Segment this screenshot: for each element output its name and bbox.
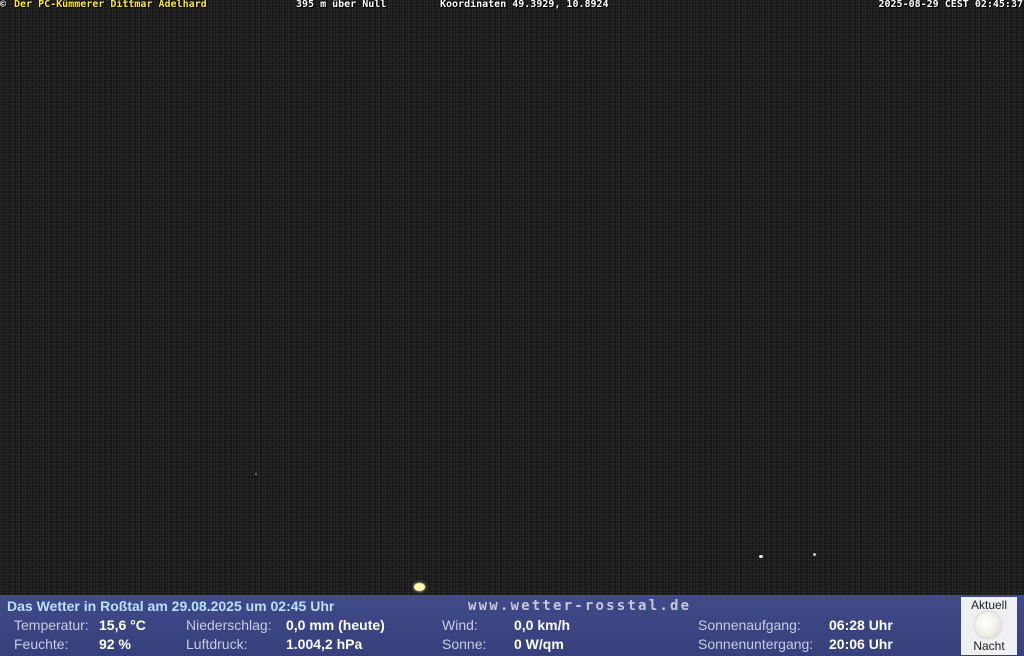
precipitation-value-cell: 0,0 mm (heute) — [286, 617, 385, 633]
sun-row: Sonne: — [442, 636, 486, 652]
webcam-image: © Der PC-Kümmerer Dittmar Adelhard 395 m… — [0, 0, 1024, 656]
website-link[interactable]: www.wetter-rosstal.de — [468, 598, 691, 614]
moon-phase-panel: Aktuell Nacht — [961, 597, 1017, 655]
wind-value: 0,0 km/h — [514, 617, 571, 633]
street-light — [414, 583, 425, 591]
temperature-value: 15,6 °C — [99, 617, 146, 633]
sun-value-cell: 0 W/qm — [514, 636, 564, 652]
weather-panel: Das Wetter in Roßtal am 29.08.2025 um 02… — [0, 595, 1024, 656]
sunset-value-cell: 20:06 Uhr — [829, 636, 893, 652]
altitude-text: 395 m über Null — [296, 0, 387, 10]
distant-light — [759, 555, 763, 558]
humidity-value-cell: 92 % — [99, 636, 131, 652]
humidity-row: Feuchte: — [14, 636, 68, 652]
sunrise-value-cell: 06:28 Uhr — [829, 617, 893, 633]
top-overlay: © Der PC-Kümmerer Dittmar Adelhard 395 m… — [0, 0, 1024, 11]
sunset-row: Sonnenuntergang: — [698, 636, 813, 652]
humidity-label: Feuchte: — [14, 636, 69, 652]
pressure-value: 1.004,2 hPa — [286, 636, 363, 652]
precipitation-value: 0,0 mm (heute) — [286, 617, 385, 633]
distant-light — [813, 553, 816, 556]
pressure-row: Luftdruck: — [186, 636, 247, 652]
precipitation-label: Niederschlag: — [186, 617, 272, 633]
timestamp: 2025-08-29 CEST 02:45:37 — [878, 0, 1024, 10]
full-moon-icon — [975, 612, 1001, 638]
temperature-value-cell: 15,6 °C — [99, 617, 146, 633]
sunrise-value: 06:28 Uhr — [829, 617, 893, 633]
owner-credit: Der PC-Kümmerer Dittmar Adelhard — [14, 0, 207, 10]
temperature-row: Temperatur: — [14, 617, 89, 633]
pressure-label: Luftdruck: — [186, 636, 248, 652]
wind-label: Wind: — [442, 617, 478, 633]
wind-value-cell: 0,0 km/h — [514, 617, 570, 633]
sun-label: Sonne: — [442, 636, 487, 652]
temperature-label: Temperatur: — [14, 617, 89, 633]
sunrise-row: Sonnenaufgang: — [698, 617, 801, 633]
distant-light — [255, 473, 257, 475]
moon-bottom-caption: Nacht — [973, 639, 1005, 653]
precipitation-row: Niederschlag: — [186, 617, 272, 633]
coordinates-text: Koordinaten 49.3929, 10.8924 — [440, 0, 609, 10]
humidity-value: 92 % — [99, 636, 131, 652]
sunset-value: 20:06 Uhr — [829, 636, 893, 652]
copyright-symbol: © — [0, 0, 7, 10]
sunrise-label: Sonnenaufgang: — [698, 617, 801, 633]
weather-headline: Das Wetter in Roßtal am 29.08.2025 um 02… — [7, 598, 335, 614]
sun-value: 0 W/qm — [514, 636, 564, 652]
pressure-value-cell: 1.004,2 hPa — [286, 636, 362, 652]
moon-top-caption: Aktuell — [970, 598, 1008, 612]
wind-row: Wind: — [442, 617, 478, 633]
sunset-label: Sonnenuntergang: — [698, 636, 814, 652]
